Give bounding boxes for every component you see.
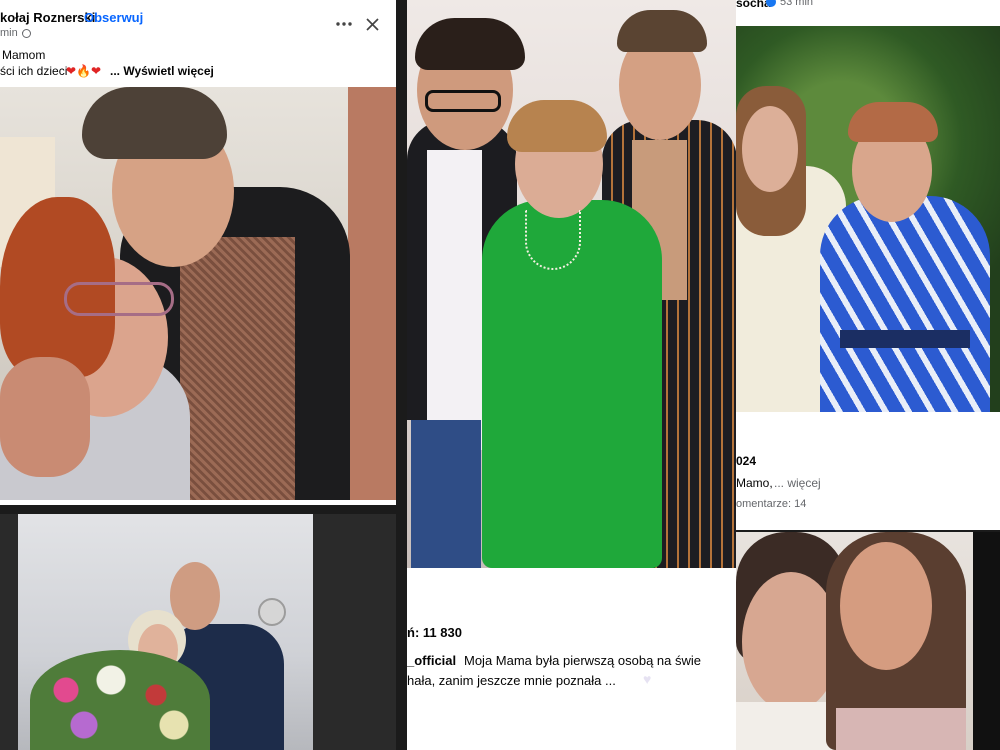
post-text-line-1: Mamom: [2, 48, 46, 62]
blue-dress: [820, 196, 990, 412]
close-icon: [365, 17, 379, 31]
follow-link[interactable]: Obserwuj: [84, 10, 143, 25]
right-post-caption: Mamo,: [736, 476, 773, 490]
post-photo[interactable]: [0, 87, 396, 500]
right-woman-face: [840, 542, 932, 670]
man-sweater: [180, 237, 295, 500]
door-panel: [348, 87, 396, 500]
wall-clock: [258, 598, 286, 626]
verified-badge-icon: [766, 0, 776, 7]
bottom-right-photo[interactable]: [736, 532, 1000, 750]
heart-icon: ♥: [643, 671, 652, 687]
right-woman-hair: [848, 102, 938, 142]
left-man-hair: [415, 18, 525, 70]
likes-count[interactable]: ń: 11 830: [407, 625, 462, 640]
left-woman-shirt: [736, 702, 836, 750]
post-emoji: ❤🔥❤: [66, 64, 102, 78]
woman-glasses: [64, 282, 174, 316]
left-man-shirt: [427, 150, 482, 450]
right-man-hair: [617, 10, 707, 52]
right-post-card: socha 53 min 024 Mamo, ... więcej omenta…: [736, 0, 1000, 530]
right-post-photo[interactable]: [736, 26, 1000, 412]
left-woman-head: [742, 106, 798, 192]
man-hair: [82, 87, 227, 159]
woman-hair: [507, 100, 607, 152]
flower-bouquet: [30, 650, 210, 750]
post-caption-line-2: hała, zanim jeszcze mnie poznała ...: [407, 673, 616, 688]
right-woman-top: [836, 708, 966, 750]
post-time[interactable]: min ·: [0, 27, 24, 39]
post-text-line-2: ści ich dzieci: [0, 64, 68, 78]
facebook-post-card: kołaj Roznerski · Obserwuj min · Mamom ś…: [0, 0, 396, 505]
pearl-necklace: [525, 210, 581, 270]
center-post-photo[interactable]: [407, 0, 737, 568]
author-separator-dot: ·: [76, 10, 81, 25]
embracing-arm: [0, 357, 90, 477]
belt: [840, 330, 970, 348]
right-post-time: 53 min: [780, 0, 814, 8]
right-post-more-link[interactable]: ... więcej: [774, 476, 821, 490]
right-post-comments[interactable]: omentarze: 14: [736, 498, 806, 510]
post-author-name[interactable]: kołaj Roznerski: [0, 10, 95, 25]
bottom-left-photo[interactable]: [0, 514, 396, 750]
see-more-link[interactable]: ... Wyświetl więcej: [110, 64, 214, 78]
left-man-jeans: [411, 420, 481, 568]
left-man-glasses: [425, 90, 501, 112]
close-post-button[interactable]: [360, 12, 384, 36]
more-options-button[interactable]: [332, 12, 356, 36]
post-caption-line-1: Moja Mama była pierwszą osobą na świe: [464, 653, 701, 668]
more-horizontal-icon: [336, 22, 352, 26]
globe-icon: [22, 29, 31, 38]
instagram-post-card: ń: 11 830 _official Moja Mama była pierw…: [407, 0, 737, 750]
right-post-year: 024: [736, 454, 757, 468]
post-username[interactable]: _official: [407, 653, 456, 668]
